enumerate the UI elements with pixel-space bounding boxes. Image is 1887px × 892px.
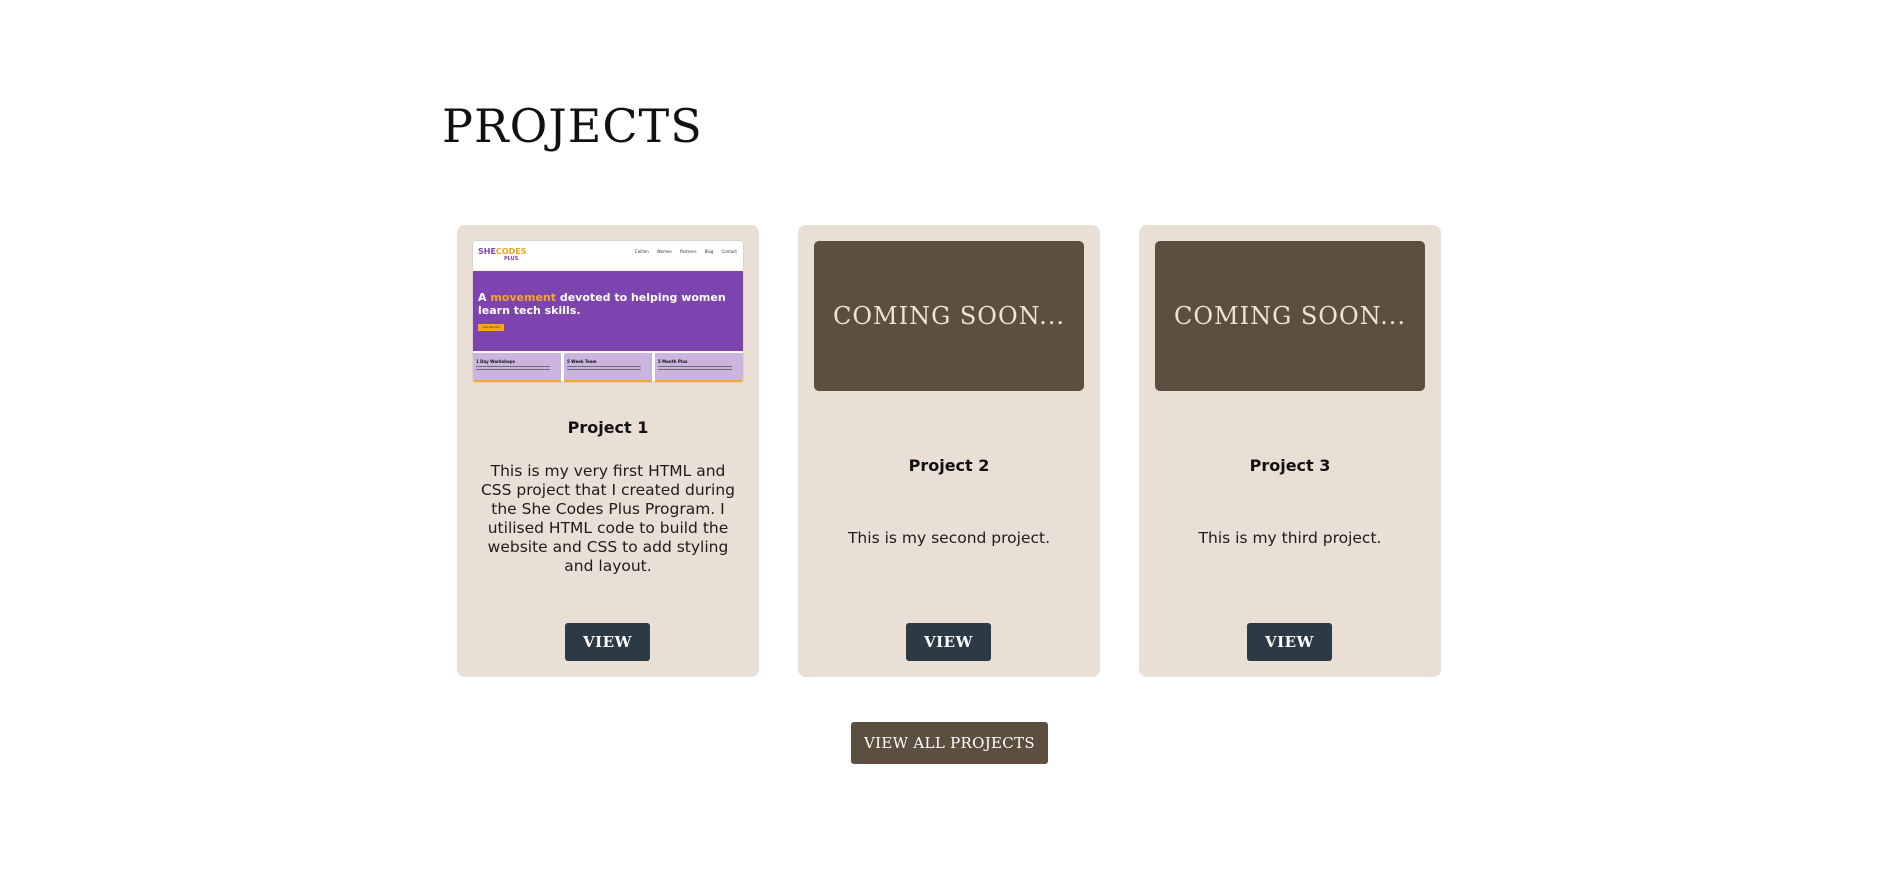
preview-logo: SHECODES PLUS — [478, 248, 526, 262]
project-card-3: COMING SOON... Project 3 This is my thir… — [1139, 225, 1441, 677]
coming-soon-label: COMING SOON... — [832, 302, 1066, 330]
project-title: Project 1 — [567, 418, 649, 437]
project-description: This is my second project. — [847, 529, 1051, 547]
preview-feature-box: 1 Day Workshops — [473, 353, 561, 382]
preview-feature-title: 5 Month Plus — [658, 359, 688, 364]
project-card-1: SHECODES PLUS Caitlen Women Partners Blo… — [457, 225, 759, 677]
project-description: This is my third project. — [1198, 529, 1382, 547]
preview-nav-link: Caitlen — [634, 249, 649, 254]
preview-nav-link: Women — [656, 249, 672, 254]
project-2-thumbnail: COMING SOON... — [814, 241, 1084, 391]
preview-feature-box: 5 Month Plus — [655, 353, 743, 382]
view-project-1-button[interactable]: VIEW — [565, 623, 650, 661]
preview-hero-highlight: movement — [490, 291, 557, 304]
preview-nav-link: Contact — [721, 249, 737, 254]
project-3-thumbnail: COMING SOON... — [1155, 241, 1425, 391]
preview-logo-she: SHE — [478, 247, 496, 256]
preview-hero: A movement devoted to helping women lear… — [473, 271, 743, 351]
preview-feature-title: 5 Week Team — [567, 359, 597, 364]
preview-logo-codes: CODES — [495, 247, 527, 256]
view-project-3-button[interactable]: VIEW — [1247, 623, 1332, 661]
preview-feature-boxes: 1 Day Workshops 5 Week Team 5 Month Plus — [473, 353, 743, 382]
preview-feature-title: 1 Day Workshops — [476, 359, 515, 364]
preview-text-line — [567, 369, 641, 370]
project-title: Project 2 — [908, 456, 990, 475]
preview-nav-links: Caitlen Women Partners Blog Contact — [635, 249, 737, 254]
project-card-2: COMING SOON... Project 2 This is my seco… — [798, 225, 1100, 677]
preview-text-line — [567, 366, 641, 367]
preview-text-line — [476, 369, 550, 370]
view-project-2-button[interactable]: VIEW — [906, 623, 991, 661]
preview-feature-box: 5 Week Team — [564, 353, 652, 382]
preview-navbar: SHECODES PLUS Caitlen Women Partners Blo… — [473, 241, 743, 269]
project-description: This is my very first HTML and CSS proje… — [480, 462, 736, 575]
coming-soon-label: COMING SOON... — [1173, 302, 1407, 330]
project-1-thumbnail: SHECODES PLUS Caitlen Women Partners Blo… — [473, 241, 743, 382]
preview-logo-plus: PLUS — [504, 256, 519, 262]
preview-text-line — [476, 366, 550, 367]
projects-section: PROJECTS SHECODES PLUS Caitlen Women Par… — [0, 0, 1887, 892]
project-title: Project 3 — [1249, 456, 1331, 475]
preview-text-line — [658, 369, 732, 370]
preview-hero-text: A movement devoted to helping women lear… — [478, 291, 743, 317]
preview-nav-link: Partners — [679, 249, 697, 254]
view-all-projects-button[interactable]: VIEW ALL PROJECTS — [851, 722, 1048, 764]
preview-hero-button: Get started — [478, 324, 504, 331]
preview-text-line — [658, 366, 732, 367]
preview-hero-prefix: A — [478, 291, 491, 304]
preview-nav-link: Blog — [704, 249, 714, 254]
project-cards: SHECODES PLUS Caitlen Women Partners Blo… — [457, 225, 1441, 677]
page-title: PROJECTS — [442, 99, 703, 153]
